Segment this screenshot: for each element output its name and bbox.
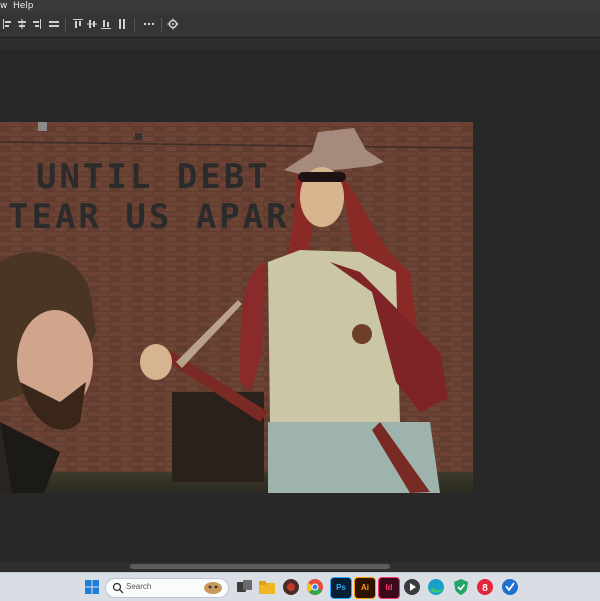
taskbar-search[interactable]: Search	[105, 578, 229, 598]
align-bottom-icon[interactable]	[100, 18, 112, 30]
photoshop-icon[interactable]: Ps	[330, 577, 352, 599]
security-icon[interactable]	[451, 577, 471, 597]
photoshop-label: Ps	[336, 583, 346, 592]
distribute-icon[interactable]	[48, 18, 60, 30]
wall-fixture	[38, 122, 47, 131]
illustrator-label: Ai	[361, 583, 369, 592]
poster-line-2: TEAR US APART	[8, 197, 313, 237]
vpn-icon[interactable]	[500, 577, 520, 597]
poster-line-1: UNTIL DEBT	[36, 157, 271, 197]
scrollbar-thumb[interactable]	[130, 564, 390, 569]
separator	[134, 18, 135, 32]
separator	[65, 18, 66, 32]
horizontal-scrollbar[interactable]	[0, 562, 600, 571]
separator	[161, 18, 162, 32]
indesign-icon[interactable]: Id	[378, 577, 400, 599]
app-icon[interactable]: 8	[475, 577, 495, 597]
edge-icon[interactable]	[426, 577, 446, 597]
task-view-icon[interactable]	[234, 577, 254, 597]
distribute-vertical-icon[interactable]	[116, 18, 128, 30]
gear-icon[interactable]	[167, 18, 179, 30]
align-left-icon[interactable]	[2, 18, 14, 30]
windows-taskbar: Search Ps Ai Id 8	[0, 572, 600, 601]
align-vcenter-icon[interactable]	[86, 18, 98, 30]
search-highlight-icon	[204, 582, 222, 594]
file-explorer-icon[interactable]	[257, 577, 277, 597]
windows-start-icon[interactable]	[82, 577, 102, 597]
workspace: UNTIL DEBT TEAR US APART	[0, 50, 600, 562]
chrome-icon[interactable]	[305, 577, 325, 597]
search-placeholder: Search	[126, 582, 152, 591]
media-player-icon[interactable]	[402, 577, 422, 597]
canvas-artwork: UNTIL DEBT TEAR US APART	[0, 122, 473, 493]
document-tab-strip	[0, 38, 600, 50]
align-top-icon[interactable]	[72, 18, 84, 30]
menu-bar: w Help	[0, 0, 600, 13]
align-hcenter-icon[interactable]	[16, 18, 28, 30]
svg-text:8: 8	[482, 583, 488, 594]
menu-help[interactable]: Help	[13, 0, 34, 13]
illustrator-icon[interactable]: Ai	[354, 577, 376, 599]
search-icon	[112, 582, 124, 594]
align-right-icon[interactable]	[30, 18, 42, 30]
document-canvas[interactable]: UNTIL DEBT TEAR US APART	[0, 122, 473, 493]
menu-window[interactable]: w	[0, 0, 7, 13]
indesign-label: Id	[385, 583, 393, 592]
options-bar	[0, 13, 600, 38]
mail-icon[interactable]	[281, 577, 301, 597]
more-icon[interactable]	[143, 18, 155, 30]
